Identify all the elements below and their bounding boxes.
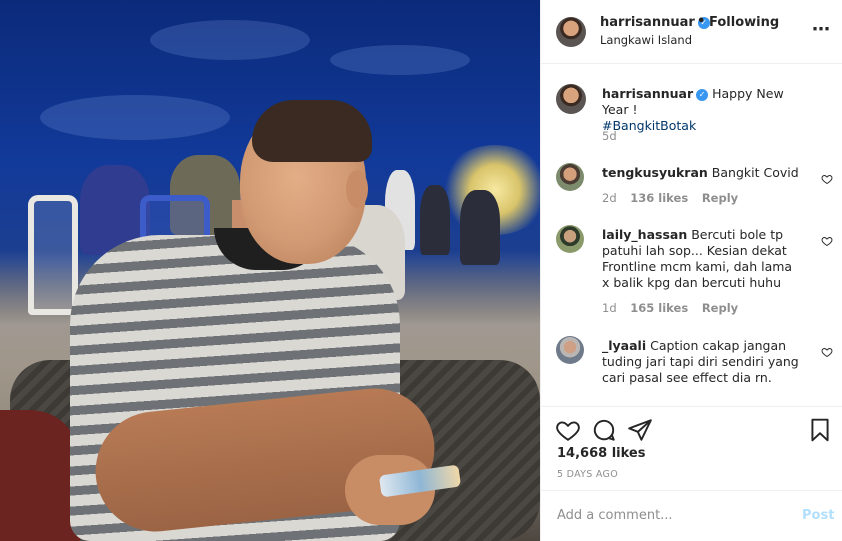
author-username[interactable]: harrisannuar ✓ xyxy=(600,15,710,30)
comment-list[interactable]: harrisannuar ✓ Happy New Year ! #BangkitB… xyxy=(541,64,842,406)
post-button[interactable]: Post xyxy=(802,508,834,523)
reply-button[interactable]: Reply xyxy=(702,191,738,205)
beach-chair xyxy=(28,195,78,315)
reply-button[interactable]: Reply xyxy=(702,301,738,315)
like-count[interactable]: 14,668 likes xyxy=(557,446,645,461)
heart-icon[interactable] xyxy=(821,346,833,358)
post-timestamp[interactable]: 5 DAYS AGO xyxy=(557,469,618,480)
comment-likes[interactable]: 136 likes xyxy=(630,191,688,205)
comment-icon[interactable] xyxy=(591,417,617,443)
avatar[interactable] xyxy=(556,225,584,253)
background-person xyxy=(420,185,450,255)
comment-meta: 1d 165 likes Reply xyxy=(602,301,748,315)
sky-cloud xyxy=(330,45,470,75)
avatar[interactable] xyxy=(556,336,584,364)
comment-likes[interactable]: 165 likes xyxy=(630,301,688,315)
post-side-panel: harrisannuar ✓ • Following Langkawi Islan… xyxy=(540,0,842,541)
post-header: harrisannuar ✓ • Following Langkawi Islan… xyxy=(541,0,842,64)
avatar[interactable] xyxy=(556,84,586,114)
hair xyxy=(252,100,372,162)
separator-dot: • xyxy=(697,14,706,29)
background-person xyxy=(460,190,500,265)
foreground-blur xyxy=(0,410,80,541)
comment-username[interactable]: laily_hassan xyxy=(602,227,687,242)
comment-age[interactable]: 2d xyxy=(602,191,617,205)
comment-meta: 2d 136 likes Reply xyxy=(602,191,748,205)
add-comment-bar: Add a comment... Post xyxy=(541,490,842,541)
caption-username[interactable]: harrisannuar xyxy=(602,86,693,101)
location-link[interactable]: Langkawi Island xyxy=(600,33,692,47)
comment-body: Bangkit Covid xyxy=(711,165,799,180)
comment-age[interactable]: 1d xyxy=(602,301,617,315)
heart-icon[interactable] xyxy=(821,235,833,247)
heart-icon[interactable] xyxy=(555,417,581,443)
comment-username[interactable]: tengkusyukran xyxy=(602,165,708,180)
following-button[interactable]: Following xyxy=(709,15,779,30)
sky-cloud xyxy=(150,20,310,60)
comment-text: tengkusyukran Bangkit Covid xyxy=(602,165,802,181)
author-username-text[interactable]: harrisannuar xyxy=(600,15,695,30)
action-bar: 14,668 likes 5 DAYS AGO xyxy=(541,406,842,490)
comment-username[interactable]: _lyaali xyxy=(602,338,646,353)
avatar[interactable] xyxy=(556,163,584,191)
caption-meta: 5d xyxy=(602,129,627,143)
heart-icon[interactable] xyxy=(821,173,833,185)
share-icon[interactable] xyxy=(627,417,653,443)
caption-text: harrisannuar ✓ Happy New Year ! #BangkitB… xyxy=(602,86,802,134)
more-icon[interactable]: ⋯ xyxy=(812,21,831,39)
comment-text: _lyaali Caption cakap jangan tuding jari… xyxy=(602,338,802,386)
post-photo[interactable] xyxy=(0,0,540,541)
sky-cloud xyxy=(40,95,230,140)
comment-text: laily_hassan Bercuti bole tp patuhi lah … xyxy=(602,227,802,291)
avatar[interactable] xyxy=(556,17,586,47)
comment-input[interactable]: Add a comment... xyxy=(557,508,673,523)
ear xyxy=(346,170,368,208)
verified-icon: ✓ xyxy=(696,89,709,101)
bookmark-icon[interactable] xyxy=(807,417,833,443)
caption-age[interactable]: 5d xyxy=(602,129,617,143)
